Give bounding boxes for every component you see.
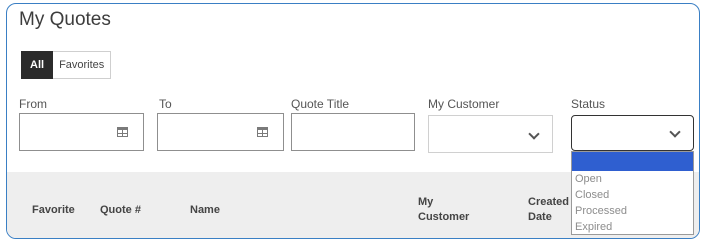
quotes-panel: My Quotes All Favorites From To Quote Ti… <box>6 3 700 239</box>
status-option-blank[interactable] <box>572 152 693 171</box>
quote-title-label: Quote Title <box>291 97 350 111</box>
chevron-down-icon <box>669 126 681 138</box>
tab-all[interactable]: All <box>21 51 54 79</box>
column-header-quote-number[interactable]: Quote # <box>100 203 141 218</box>
status-label: Status <box>571 97 606 111</box>
status-dropdown-list: Open Closed Processed Expired <box>571 151 694 235</box>
calendar-icon[interactable] <box>257 127 268 137</box>
page-title: My Quotes <box>19 9 111 30</box>
to-label: To <box>159 97 172 111</box>
tab-favorites[interactable]: Favorites <box>53 51 112 79</box>
status-select[interactable] <box>571 115 694 151</box>
calendar-icon[interactable] <box>117 127 128 137</box>
quote-title-input[interactable] <box>291 113 415 151</box>
status-option-open[interactable]: Open <box>572 171 693 187</box>
chevron-down-icon <box>528 128 540 140</box>
column-header-created-line2: Date <box>528 211 552 223</box>
status-option-processed[interactable]: Processed <box>572 203 693 219</box>
to-date-input[interactable] <box>157 113 284 151</box>
status-option-expired[interactable]: Expired <box>572 219 693 235</box>
column-header-my-customer-line1: My <box>418 196 434 208</box>
status-option-closed[interactable]: Closed <box>572 187 693 203</box>
column-header-name[interactable]: Name <box>190 203 220 218</box>
from-label: From <box>19 97 47 111</box>
column-header-favorite[interactable]: Favorite <box>32 203 75 218</box>
column-header-created-date[interactable]: Created Date <box>528 195 569 225</box>
column-header-my-customer-line2: Customer <box>418 211 470 223</box>
from-date-input[interactable] <box>19 113 144 151</box>
my-customer-select[interactable] <box>428 115 553 153</box>
filter-tabs: All Favorites <box>21 51 112 79</box>
column-header-created-line1: Created <box>528 196 569 208</box>
column-header-my-customer[interactable]: My Customer <box>418 195 469 225</box>
my-customer-label: My Customer <box>428 97 500 111</box>
